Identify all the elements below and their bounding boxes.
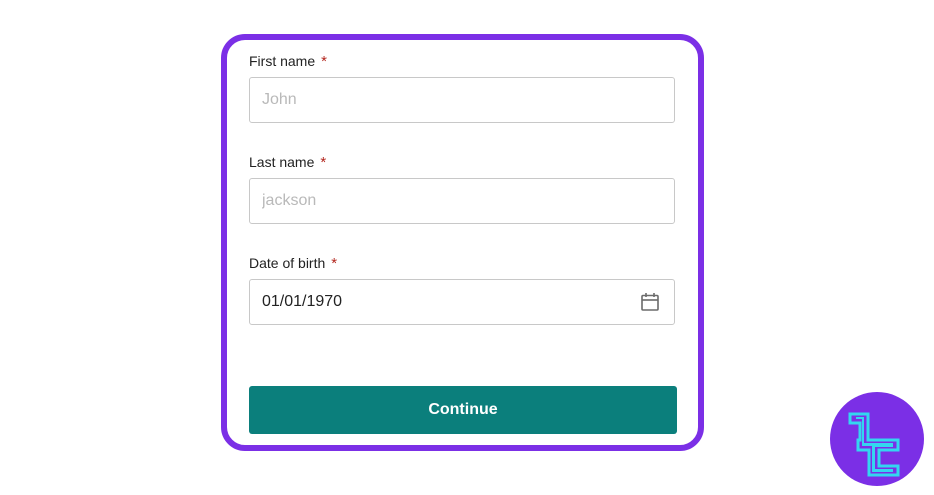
continue-button[interactable]: Continue xyxy=(249,386,677,434)
date-of-birth-label: Date of birth * xyxy=(249,254,337,272)
brand-logo-mark xyxy=(848,412,900,477)
first-name-field[interactable] xyxy=(249,77,675,123)
last-name-label-text: Last name xyxy=(249,154,315,170)
signup-form-card: First name * Last name * Date of birth * Co… xyxy=(221,34,704,451)
last-name-label: Last name * xyxy=(249,153,326,171)
date-of-birth-field[interactable] xyxy=(249,279,675,325)
last-name-required-mark: * xyxy=(320,154,327,171)
first-name-input[interactable] xyxy=(262,78,632,122)
first-name-label-text: First name xyxy=(249,53,316,69)
last-name-field[interactable] xyxy=(249,178,675,224)
first-name-label: First name * xyxy=(249,52,327,70)
date-of-birth-required-mark: * xyxy=(331,255,338,272)
first-name-required-mark: * xyxy=(321,53,327,70)
last-name-input[interactable] xyxy=(262,179,632,223)
date-of-birth-input[interactable] xyxy=(262,280,632,324)
brand-logo-icon xyxy=(830,392,924,486)
date-of-birth-label-text: Date of birth xyxy=(249,255,326,271)
calendar-icon[interactable] xyxy=(640,292,660,312)
